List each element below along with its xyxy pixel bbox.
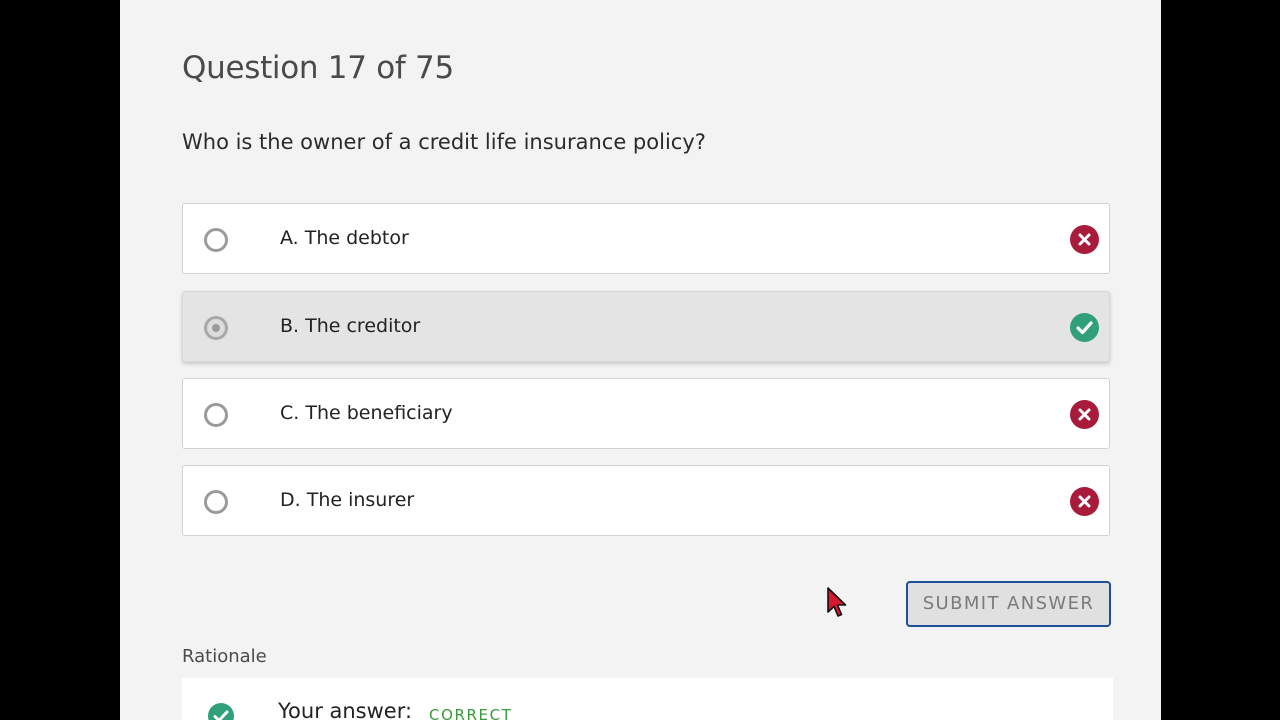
rationale-heading: Rationale bbox=[182, 646, 267, 667]
quiz-page: Question 17 of 75 Who is the owner of a … bbox=[120, 0, 1161, 720]
radio-button[interactable] bbox=[204, 228, 228, 252]
option-label: C. The beneficiary bbox=[280, 402, 453, 424]
radio-button[interactable] bbox=[204, 403, 228, 427]
result-status: CORRECT bbox=[429, 706, 513, 720]
your-answer-label: Your answer: bbox=[278, 699, 413, 720]
option-b[interactable]: B. The creditor bbox=[182, 291, 1110, 362]
option-label: D. The insurer bbox=[280, 489, 415, 511]
option-label: B. The creditor bbox=[280, 315, 421, 337]
mouse-cursor-icon bbox=[827, 587, 847, 617]
radio-button-selected[interactable] bbox=[204, 316, 228, 340]
radio-button[interactable] bbox=[204, 490, 228, 514]
x-icon bbox=[1070, 225, 1099, 254]
rationale-panel: Your answer: CORRECT bbox=[182, 678, 1113, 720]
check-icon bbox=[208, 703, 234, 720]
question-text: Who is the owner of a credit life insura… bbox=[182, 130, 706, 154]
submit-answer-button[interactable]: SUBMIT ANSWER bbox=[906, 581, 1111, 627]
x-icon bbox=[1070, 400, 1099, 429]
question-number: Question 17 of 75 bbox=[182, 50, 454, 86]
x-icon bbox=[1070, 487, 1099, 516]
option-label: A. The debtor bbox=[280, 227, 409, 249]
option-d[interactable]: D. The insurer bbox=[182, 465, 1110, 536]
option-c[interactable]: C. The beneficiary bbox=[182, 378, 1110, 449]
option-a[interactable]: A. The debtor bbox=[182, 203, 1110, 274]
check-icon bbox=[1070, 313, 1099, 342]
